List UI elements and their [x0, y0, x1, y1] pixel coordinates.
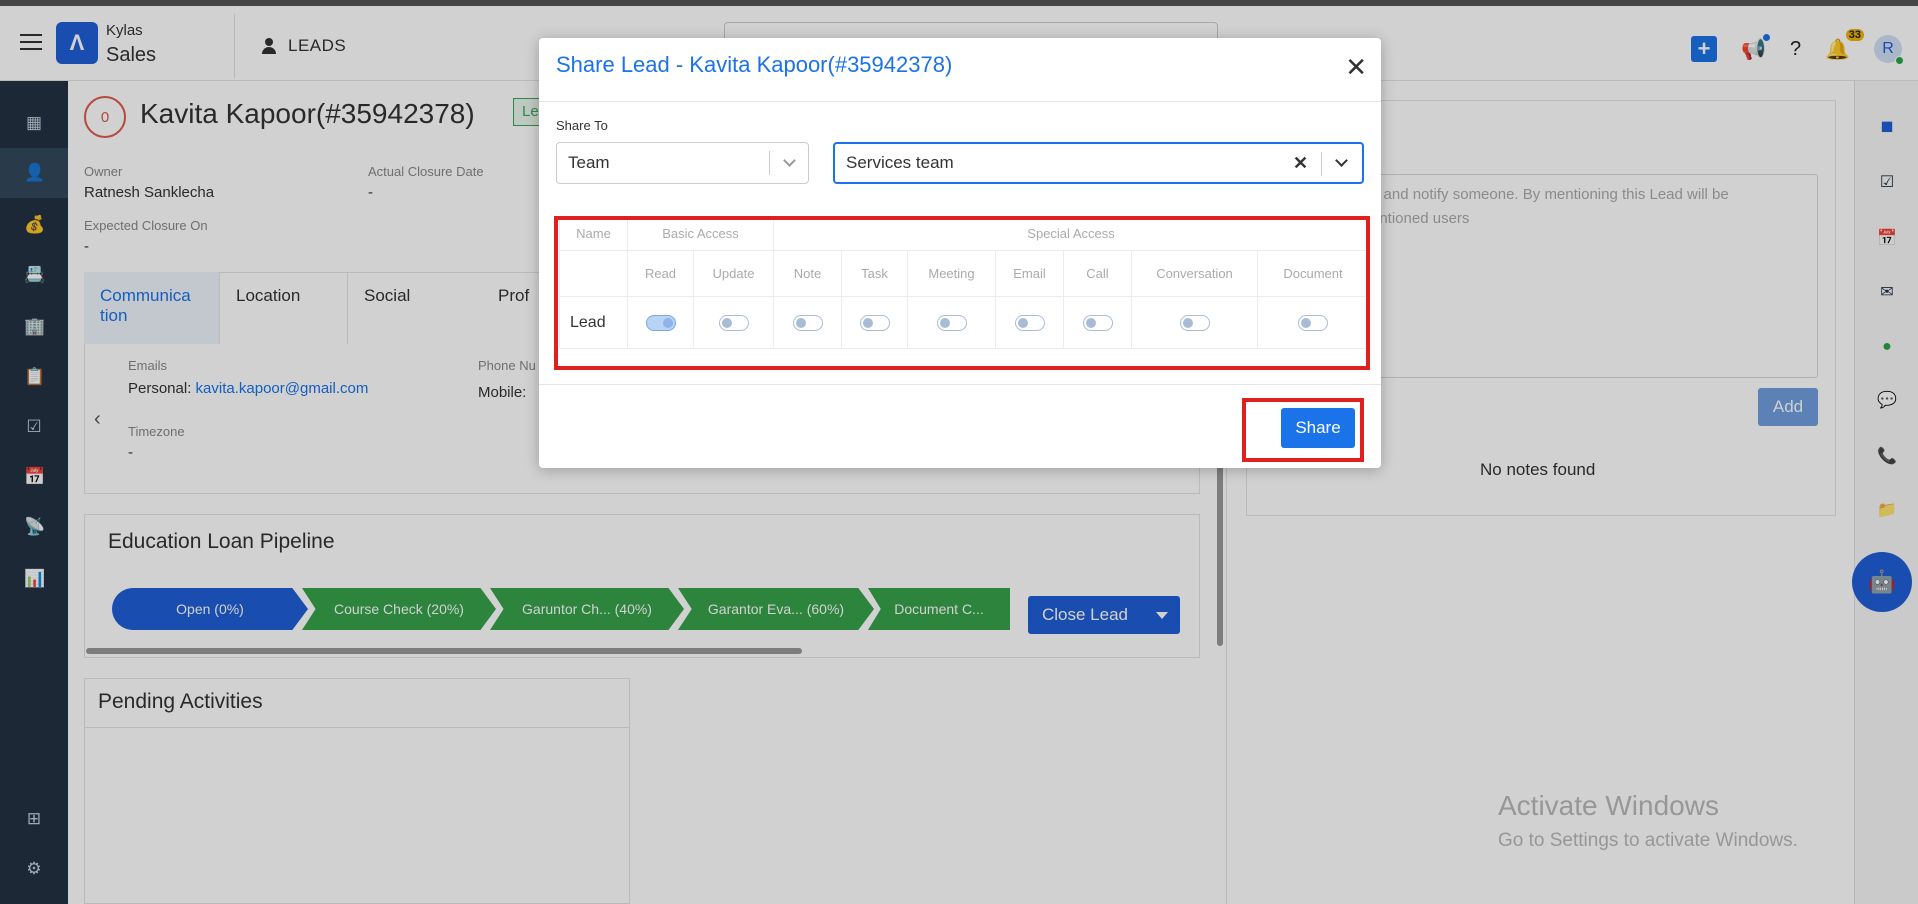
share-type-value: Team	[568, 153, 610, 172]
share-target-value: Services team	[846, 153, 954, 172]
chevron-down-icon[interactable]	[1335, 154, 1348, 167]
select-separator	[1321, 152, 1322, 176]
chevron-down-icon[interactable]	[783, 154, 796, 167]
close-icon[interactable]: ✕	[1345, 54, 1367, 80]
modal-header: Share Lead - Kavita Kapoor(#35942378) ✕	[539, 38, 1381, 102]
modal-footer-divider	[539, 384, 1381, 385]
share-type-select[interactable]: Team	[556, 142, 809, 184]
share-lead-modal: Share Lead - Kavita Kapoor(#35942378) ✕ …	[539, 38, 1381, 468]
share-to-label: Share To	[556, 118, 608, 133]
permissions-highlight-frame	[554, 216, 1370, 370]
modal-title: Share Lead - Kavita Kapoor(#35942378)	[556, 52, 953, 77]
share-button[interactable]: Share	[1281, 408, 1355, 448]
select-separator	[769, 151, 770, 175]
clear-selection-icon[interactable]: ✕	[1293, 144, 1308, 182]
share-target-select[interactable]: Services team ✕	[833, 142, 1364, 184]
